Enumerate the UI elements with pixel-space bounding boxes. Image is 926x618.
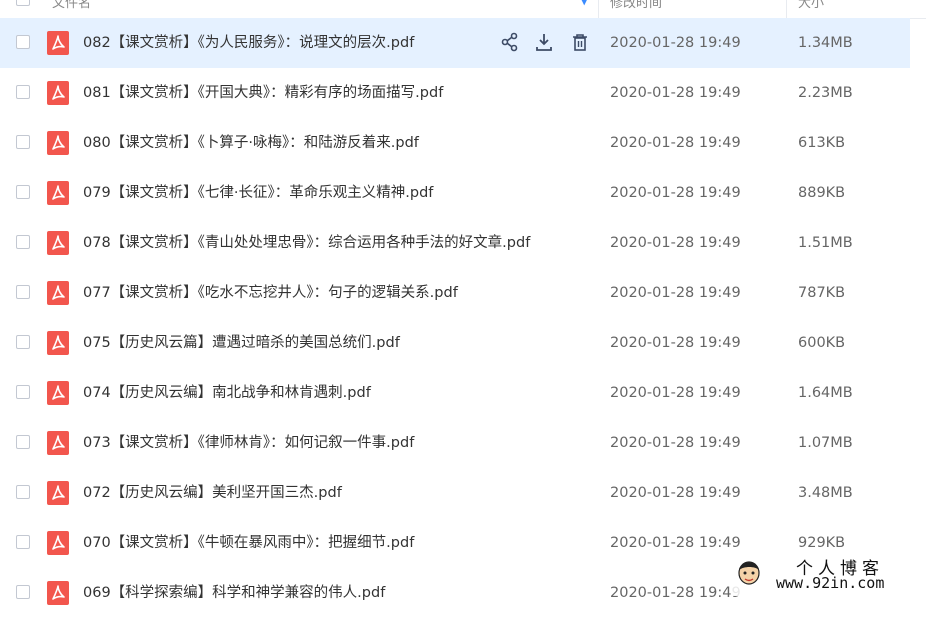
file-size: 2.23MB [798,85,853,101]
file-name[interactable]: 080【课文赏析】《卜算子·咏梅》：和陆游反着来.pdf [83,133,419,153]
download-icon[interactable] [534,32,554,52]
pdf-file-icon [47,81,69,105]
file-name[interactable]: 077【课文赏析】《吃水不忘挖井人》：句子的逻辑关系.pdf [83,283,458,303]
pdf-file-icon [47,331,69,355]
watermark-url: www.92in.com [776,574,885,592]
sort-arrow-icon[interactable]: ▼ [580,0,588,7]
blog-watermark: 个人博客 www.92in.com [732,554,926,596]
file-modified-time: 2020-01-28 19:49 [610,535,741,551]
file-size: 1.07MB [798,435,853,451]
column-divider[interactable] [598,0,599,18]
file-row[interactable]: 077【课文赏析】《吃水不忘挖井人》：句子的逻辑关系.pdf 2020-01-2… [0,268,910,318]
pdf-file-icon [47,531,69,555]
file-list: 082【课文赏析】《为人民服务》：说理文的层次.pdf 2020-01-28 1… [0,18,926,618]
row-checkbox[interactable] [16,135,30,149]
file-row[interactable]: 080【课文赏析】《卜算子·咏梅》：和陆游反着来.pdf 2020-01-28 … [0,118,910,168]
delete-icon[interactable] [570,32,590,52]
pdf-file-icon [47,481,69,505]
file-modified-time: 2020-01-28 19:49 [610,485,741,501]
file-row[interactable]: 081【课文赏析】《开国大典》：精彩有序的场面描写.pdf 2020-01-28… [0,68,910,118]
share-icon[interactable] [500,32,520,52]
file-row[interactable]: 082【课文赏析】《为人民服务》：说理文的层次.pdf 2020-01-28 1… [0,18,910,68]
pdf-file-icon [47,381,69,405]
file-modified-time: 2020-01-28 19:49 [610,435,741,451]
row-actions [500,32,592,54]
file-row[interactable]: 075【历史风云篇】遭遇过暗杀的美国总统们.pdf 2020-01-28 19:… [0,318,910,368]
file-size: 1.64MB [798,385,853,401]
file-name[interactable]: 072【历史风云编】美利坚开国三杰.pdf [83,483,342,503]
row-checkbox[interactable] [16,485,30,499]
file-size: 1.34MB [798,35,853,51]
row-checkbox[interactable] [16,85,30,99]
avatar-face-icon [738,561,760,585]
row-checkbox[interactable] [16,535,30,549]
row-checkbox[interactable] [16,385,30,399]
file-modified-time: 2020-01-28 19:49 [610,35,741,51]
file-row[interactable]: 072【历史风云编】美利坚开国三杰.pdf 2020-01-28 19:49 3… [0,468,910,518]
file-modified-time: 2020-01-28 19:49 [610,335,741,351]
file-row[interactable]: 074【历史风云编】南北战争和林肯遇刺.pdf 2020-01-28 19:49… [0,368,910,418]
pdf-file-icon [47,231,69,255]
file-row[interactable]: 079【课文赏析】《七律·长征》：革命乐观主义精神.pdf 2020-01-28… [0,168,910,218]
pdf-file-icon [47,581,69,605]
file-name[interactable]: 073【课文赏析】《律师林肯》：如何记叙一件事.pdf [83,433,414,453]
file-modified-time: 2020-01-28 19:49 [610,585,741,601]
column-header-name[interactable]: 文件名 [52,0,91,11]
pdf-file-icon [47,281,69,305]
file-row[interactable]: 078【课文赏析】《青山处处埋忠骨》：综合运用各种手法的好文章.pdf 2020… [0,218,910,268]
file-size: 613KB [798,135,846,151]
file-name[interactable]: 079【课文赏析】《七律·长征》：革命乐观主义精神.pdf [83,183,433,203]
file-list-header: 文件名 ▼ 修改时间 大小 [0,0,926,19]
file-name[interactable]: 070【课文赏析】《牛顿在暴风雨中》：把握细节.pdf [83,533,414,553]
file-row[interactable]: 073【课文赏析】《律师林肯》：如何记叙一件事.pdf 2020-01-28 1… [0,418,910,468]
pdf-file-icon [47,181,69,205]
file-size: 929KB [798,535,846,551]
row-checkbox[interactable] [16,335,30,349]
file-name[interactable]: 078【课文赏析】《青山处处埋忠骨》：综合运用各种手法的好文章.pdf [83,233,530,253]
file-size: 600KB [798,335,846,351]
file-modified-time: 2020-01-28 19:49 [610,185,741,201]
row-checkbox[interactable] [16,585,30,599]
column-header-time[interactable]: 修改时间 [610,0,662,11]
file-name[interactable]: 081【课文赏析】《开国大典》：精彩有序的场面描写.pdf [83,83,443,103]
column-header-size[interactable]: 大小 [798,0,824,11]
file-name[interactable]: 069【科学探索编】科学和神学兼容的伟人.pdf [83,583,385,603]
pdf-file-icon [47,31,69,55]
file-size: 787KB [798,285,846,301]
row-checkbox[interactable] [16,285,30,299]
file-modified-time: 2020-01-28 19:49 [610,135,741,151]
row-checkbox[interactable] [16,435,30,449]
select-all-checkbox[interactable] [16,0,30,6]
file-name[interactable]: 074【历史风云编】南北战争和林肯遇刺.pdf [83,383,371,403]
file-modified-time: 2020-01-28 19:49 [610,385,741,401]
file-size: 3.48MB [798,485,853,501]
pdf-file-icon [47,131,69,155]
file-size: 1.51MB [798,235,853,251]
pdf-file-icon [47,431,69,455]
file-modified-time: 2020-01-28 19:49 [610,85,741,101]
row-checkbox[interactable] [16,35,30,49]
column-divider[interactable] [786,0,787,18]
row-checkbox[interactable] [16,185,30,199]
file-modified-time: 2020-01-28 19:49 [610,235,741,251]
file-name[interactable]: 082【课文赏析】《为人民服务》：说理文的层次.pdf [83,33,414,53]
file-size: 889KB [798,185,846,201]
file-modified-time: 2020-01-28 19:49 [610,285,741,301]
file-name[interactable]: 075【历史风云篇】遭遇过暗杀的美国总统们.pdf [83,333,400,353]
row-checkbox[interactable] [16,235,30,249]
